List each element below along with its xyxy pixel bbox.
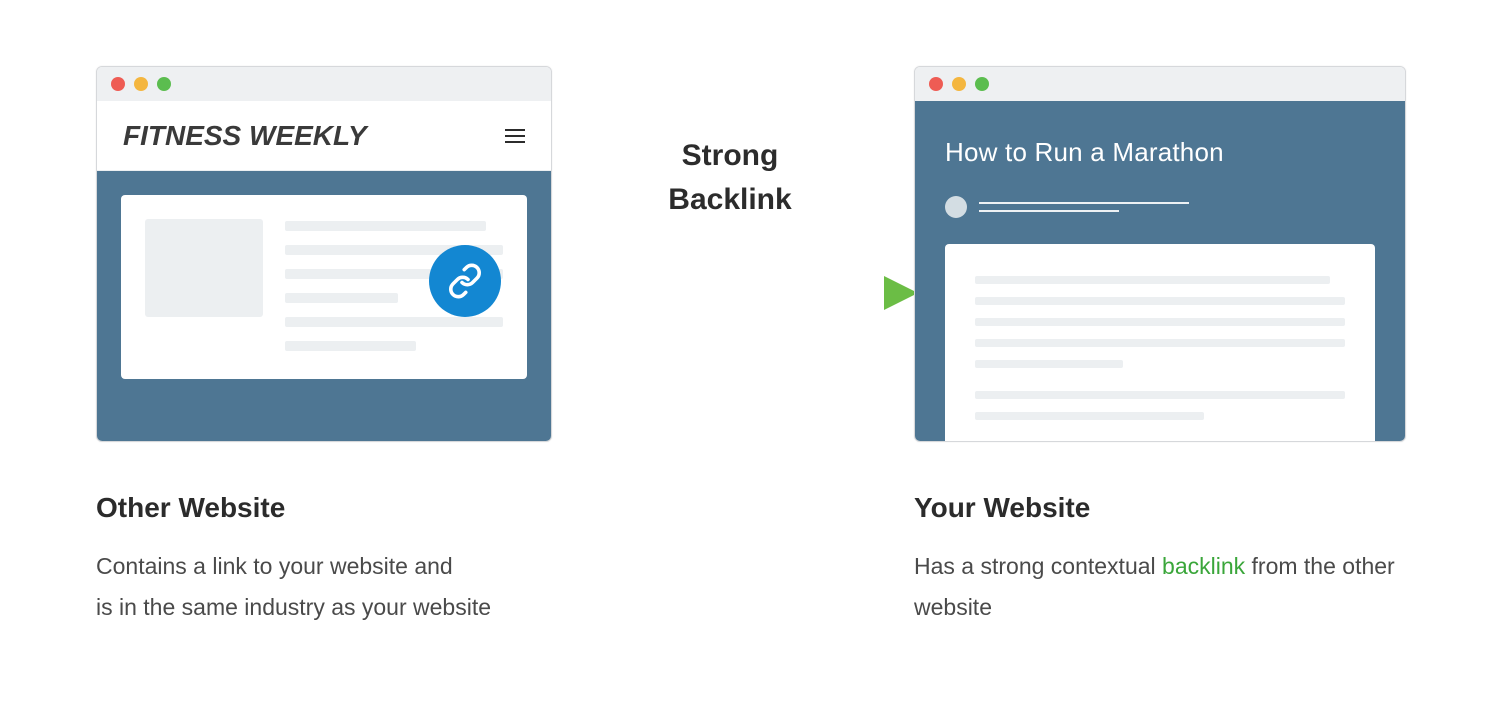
- menu-icon: [505, 129, 525, 143]
- byline-lines-placeholder: [979, 202, 1189, 212]
- site-header: FITNESS WEEKLY: [97, 101, 551, 171]
- caption-text: Has a strong contextual backlink from th…: [914, 546, 1414, 629]
- arrow-label-line2: Backlink: [668, 183, 791, 216]
- close-dot-icon: [929, 77, 943, 91]
- close-dot-icon: [111, 77, 125, 91]
- article-card: [121, 195, 527, 379]
- diagram-stage: FITNESS WEEKLY: [0, 0, 1500, 711]
- minimize-dot-icon: [952, 77, 966, 91]
- maximize-dot-icon: [975, 77, 989, 91]
- caption-text: Contains a link to your website and is i…: [96, 546, 596, 629]
- window-titlebar: [97, 67, 551, 101]
- arrow-label: Strong Backlink: [560, 134, 900, 221]
- other-website-caption: Other Website Contains a link to your we…: [96, 492, 596, 629]
- arrow-icon: [470, 270, 920, 310]
- avatar-icon: [945, 196, 967, 218]
- byline-row: [945, 196, 1375, 218]
- caption-title: Your Website: [914, 492, 1414, 524]
- site-body: How to Run a Marathon: [915, 101, 1405, 441]
- content-card: [945, 244, 1375, 442]
- site-logo-text: FITNESS WEEKLY: [123, 120, 367, 152]
- page-title: How to Run a Marathon: [945, 137, 1375, 168]
- caption-title: Other Website: [96, 492, 596, 524]
- other-website-browser: FITNESS WEEKLY: [96, 66, 552, 442]
- your-website-caption: Your Website Has a strong contextual bac…: [914, 492, 1414, 629]
- maximize-dot-icon: [157, 77, 171, 91]
- minimize-dot-icon: [134, 77, 148, 91]
- arrow-label-line1: Strong: [682, 139, 779, 172]
- your-website-browser: How to Run a Marathon: [914, 66, 1406, 442]
- window-titlebar: [915, 67, 1405, 101]
- thumbnail-placeholder: [145, 219, 263, 317]
- highlight-word: backlink: [1162, 553, 1245, 579]
